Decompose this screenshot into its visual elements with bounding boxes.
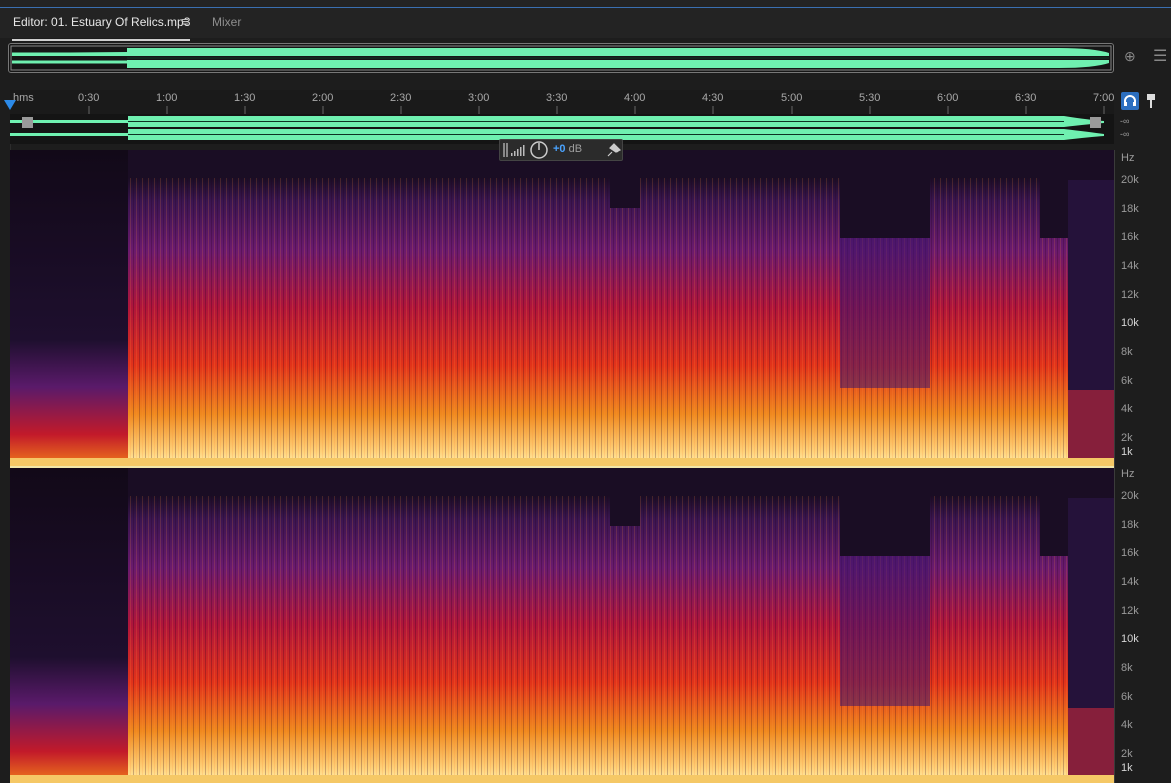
panel-menu-icon[interactable]: ☰ [1153,46,1167,66]
hud-gain-control[interactable]: +0 dB [499,139,623,161]
level-meter-icon [511,145,525,156]
freq-label: 8k [1121,346,1133,358]
frequency-axis [1114,150,1171,783]
active-tab-indicator [12,39,190,41]
overview-waveform [10,45,1112,71]
spectrogram-image [10,468,1114,783]
pin-icon [607,143,622,157]
window-top-bar [0,0,1171,8]
panel-tabs: Editor: 01. Estuary Of Relics.mp3 ≡ Mixe… [0,8,1171,41]
freq-label: 1k [1121,446,1133,458]
gain-value: +0 [553,143,566,155]
tab-editor[interactable]: Editor: 01. Estuary Of Relics.mp3 [13,15,190,29]
freq-label: 8k [1121,662,1133,674]
freq-label: 16k [1121,547,1139,559]
freq-label: 12k [1121,289,1139,301]
freq-label: 10k [1121,633,1139,645]
freq-label: 6k [1121,691,1133,703]
spectrogram-channel-right[interactable] [10,468,1114,783]
freq-unit: Hz [1121,152,1135,164]
freq-label: 1k [1121,762,1133,774]
freq-label: 4k [1121,719,1133,731]
freq-label: 12k [1121,605,1139,617]
overview-navigator[interactable] [8,43,1114,73]
headphones-icon[interactable] [1121,92,1139,110]
db-level-top: -∞ [1120,116,1130,126]
freq-label: 4k [1121,403,1133,415]
time-ruler[interactable]: hms 0:30 1:00 1:30 2:00 2:30 3:00 3:30 4… [10,90,1114,114]
tab-mixer[interactable]: Mixer [212,15,241,29]
spectrogram-image [10,150,1114,466]
zoom-icon[interactable]: ⊕ [1124,48,1136,65]
ruler-ticks [88,106,1105,114]
freq-label: 2k [1121,432,1133,444]
freq-label: 18k [1121,203,1139,215]
panel-menu-icon[interactable]: ≡ [181,14,189,29]
freq-label: 10k [1121,317,1139,329]
spectrogram-channel-left[interactable] [10,150,1114,466]
freq-label: 20k [1121,174,1139,186]
freq-label: 20k [1121,490,1139,502]
freq-label: 14k [1121,260,1139,272]
freq-label: 18k [1121,519,1139,531]
freq-label: 16k [1121,231,1139,243]
freq-unit: Hz [1121,468,1135,480]
db-level-bottom: -∞ [1120,129,1130,139]
gain-readout[interactable]: +0 dB [553,143,582,155]
playhead-icon[interactable] [4,100,16,110]
gain-unit: dB [568,143,583,155]
freq-label: 2k [1121,748,1133,760]
marker-icon[interactable] [1143,92,1161,110]
freq-label: 14k [1121,576,1139,588]
freq-label: 6k [1121,375,1133,387]
